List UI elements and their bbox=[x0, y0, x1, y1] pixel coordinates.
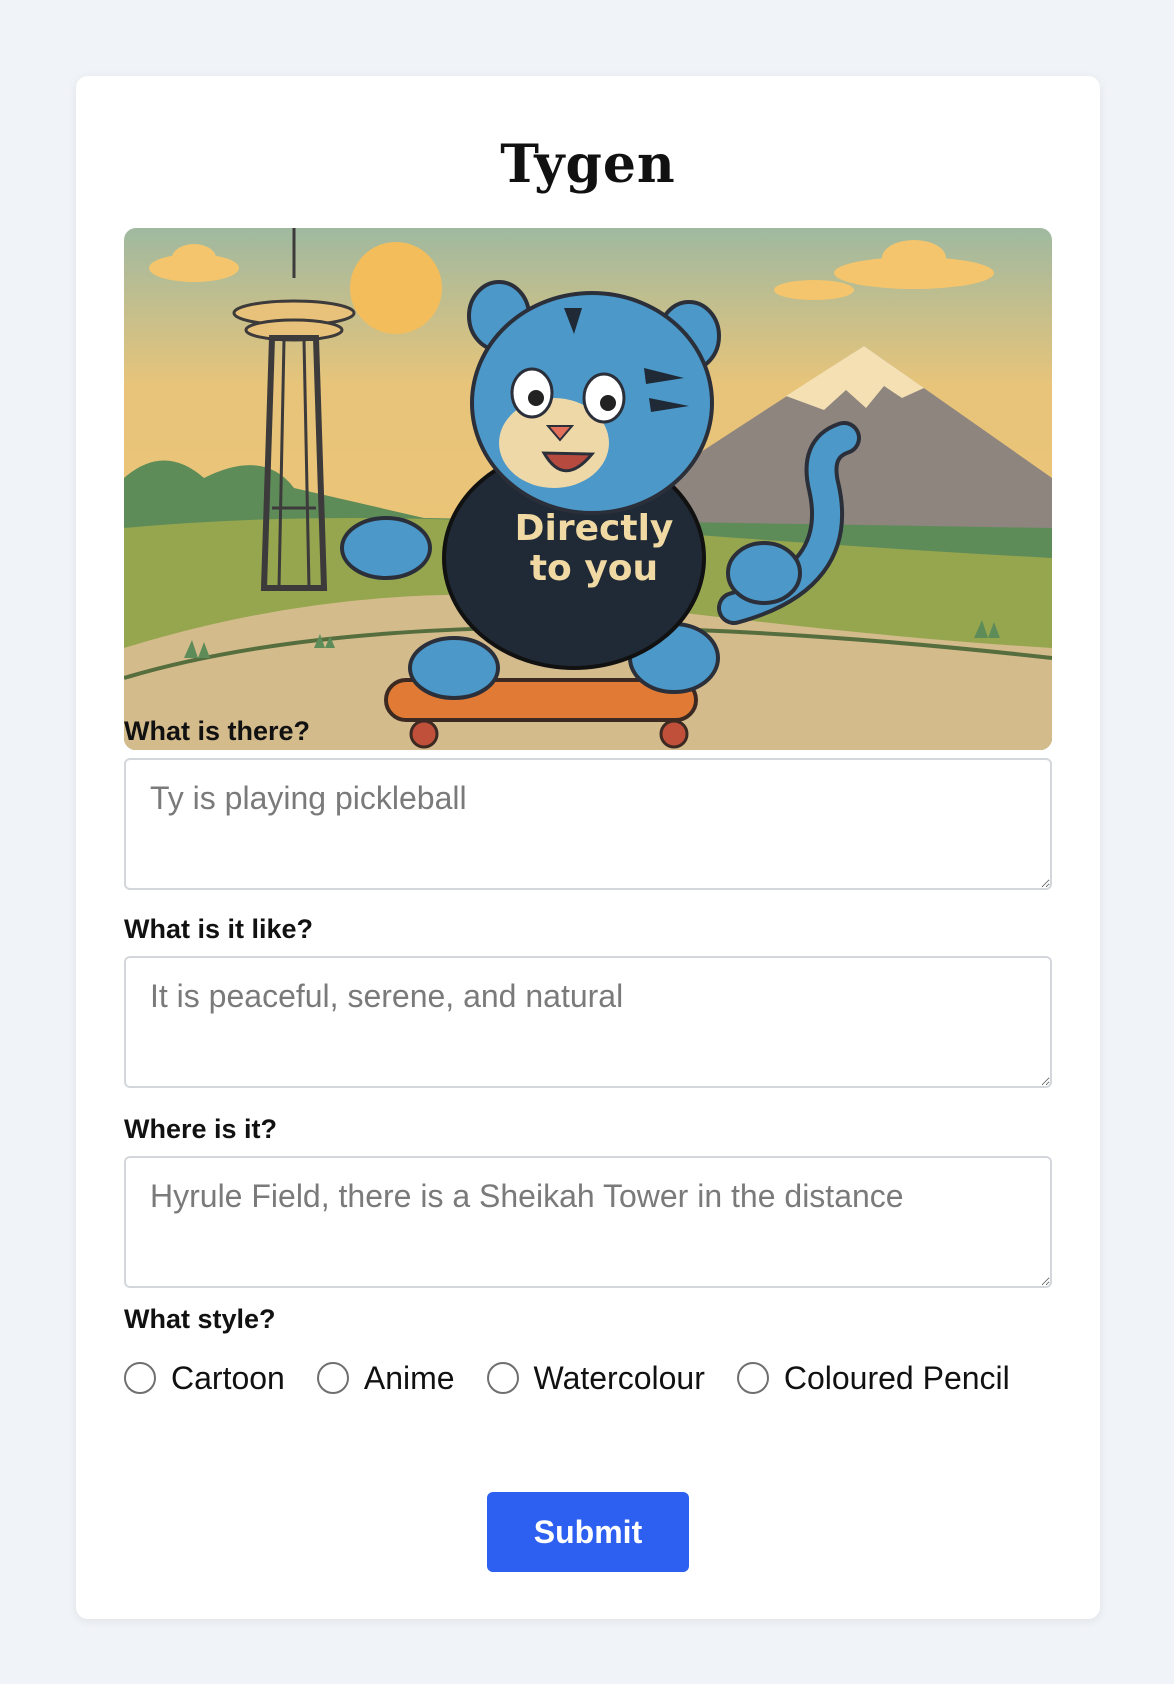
style-option-cartoon[interactable]: Cartoon bbox=[124, 1360, 285, 1397]
radio-label: Cartoon bbox=[171, 1359, 285, 1396]
what-label: What is there? bbox=[124, 716, 311, 746]
hoodie-text-line2: to you bbox=[530, 548, 658, 589]
style-option-watercolour[interactable]: Watercolour bbox=[486, 1359, 705, 1397]
where-textarea[interactable] bbox=[124, 1156, 1052, 1288]
page-title: Tygen bbox=[500, 134, 676, 195]
radio-button[interactable] bbox=[316, 1362, 349, 1394]
where-label: Where is it? bbox=[124, 1114, 278, 1144]
hero-illustration: Directly to you bbox=[124, 228, 1052, 750]
radio-label: Anime bbox=[363, 1359, 455, 1396]
what-textarea[interactable] bbox=[124, 758, 1052, 890]
hoodie-text-line1: Directly bbox=[515, 508, 674, 549]
like-label: What is it like? bbox=[124, 914, 314, 944]
radio-label: Coloured Pencil bbox=[783, 1359, 1010, 1396]
submit-button[interactable]: Submit bbox=[487, 1492, 689, 1572]
style-radio-group: Cartoon Anime Watercolour Coloured Penci… bbox=[124, 1358, 1042, 1398]
radio-button[interactable] bbox=[486, 1362, 519, 1394]
radio-button[interactable] bbox=[124, 1362, 156, 1394]
radio-label: Watercolour bbox=[533, 1359, 705, 1396]
style-label: What style? bbox=[124, 1304, 276, 1334]
like-textarea[interactable] bbox=[124, 956, 1052, 1088]
style-option-anime[interactable]: Anime bbox=[316, 1359, 455, 1397]
style-option-coloured-pencil[interactable]: Coloured Pencil bbox=[736, 1359, 1010, 1397]
form-card: Tygen Directly to you What is there? Ty … bbox=[76, 76, 1100, 1619]
radio-button[interactable] bbox=[736, 1362, 769, 1394]
